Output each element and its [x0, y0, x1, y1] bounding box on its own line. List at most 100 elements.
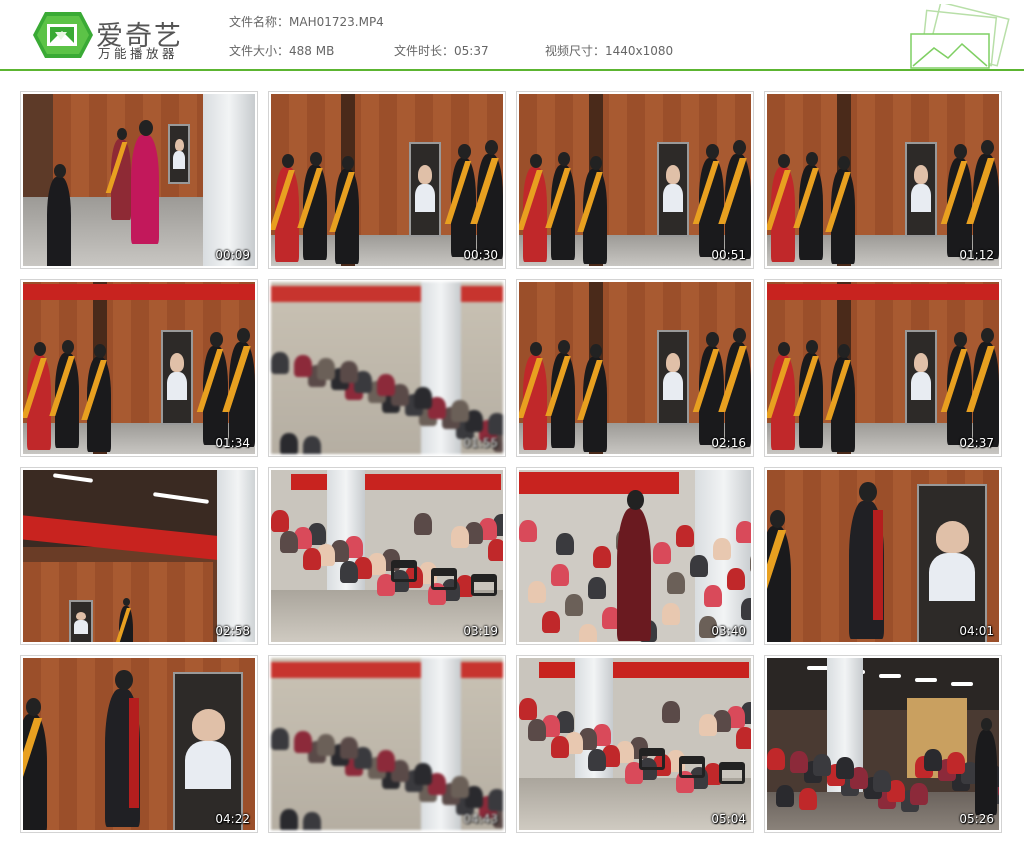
scene-person-head: [210, 332, 223, 347]
scene-audience-member: [588, 577, 606, 599]
scene-poster-face: [191, 709, 225, 742]
scene-poster-figure: [663, 371, 683, 401]
file-size-label: 文件大小：: [229, 44, 290, 58]
scene-person-head: [530, 154, 542, 168]
scene-audience-member: [662, 701, 680, 723]
scene-person-head: [626, 490, 644, 510]
scene-person-body: [975, 729, 997, 816]
scene-person: [767, 342, 795, 452]
video-thumbnail[interactable]: 01:12: [764, 91, 1002, 269]
thumbnail-timestamp: 02:58: [215, 624, 250, 638]
scene-pillar: [203, 94, 255, 266]
scene-person-head: [806, 152, 818, 166]
scene-poster-face: [76, 611, 86, 621]
video-dimensions-row: 视频尺寸：1440x1080: [545, 42, 673, 59]
scene-audience-member: [813, 754, 831, 776]
scene-audience-member: [727, 568, 745, 590]
scene-audience-member: [280, 809, 298, 830]
thumbnail-frame: 02:58: [23, 470, 255, 642]
thumbnail-timestamp: 05:26: [959, 812, 994, 826]
scene-audience-member: [790, 751, 808, 773]
scene-red-banner: [271, 286, 503, 302]
scene-person: [940, 144, 973, 260]
video-thumbnail[interactable]: 04:22: [20, 655, 258, 833]
scene-poster: [409, 142, 441, 237]
video-thumbnail[interactable]: 02:37: [764, 279, 1002, 457]
scene-person-head: [54, 164, 66, 178]
scene-person-head: [458, 144, 471, 159]
scene-audience-member: [556, 533, 574, 555]
file-duration-row: 文件时长：05:37: [394, 42, 489, 59]
scene-audience-member: [699, 714, 717, 736]
scene-person: [519, 154, 547, 264]
video-thumbnail[interactable]: 05:04: [516, 655, 754, 833]
scene-person: [470, 140, 503, 261]
scene-audience-member: [488, 789, 503, 811]
scene-person: [767, 510, 791, 642]
scene-audience-member: [303, 812, 321, 830]
scene-person: [577, 344, 607, 454]
scene-poster: [905, 142, 937, 237]
video-thumbnail[interactable]: 00:51: [516, 91, 754, 269]
scene-person: [271, 154, 299, 264]
thumbnail-frame: 04:43: [271, 658, 503, 830]
scene-audience-member: [294, 355, 312, 377]
video-thumbnail[interactable]: 02:58: [20, 467, 258, 645]
video-thumbnail[interactable]: 03:40: [516, 467, 754, 645]
video-thumbnail[interactable]: 03:19: [268, 467, 506, 645]
scene-person-head: [484, 140, 498, 156]
file-name: MAH01723.MP4: [289, 15, 384, 29]
file-name-row: 文件名称：MAH01723.MP4: [229, 13, 384, 30]
scene-crowd: [271, 510, 503, 605]
scene-audience-member: [488, 413, 503, 435]
thumbnail-frame: 04:01: [767, 470, 999, 642]
scene-person: [49, 340, 79, 450]
thumbnail-frame: 03:19: [271, 470, 503, 642]
scene-person-head: [116, 128, 128, 140]
scene-person: [222, 328, 255, 449]
scene-person: [577, 156, 607, 266]
scene-person-head: [123, 598, 131, 607]
scene-audience-member: [519, 520, 537, 542]
scene-person-head: [310, 152, 322, 166]
scene-person: [545, 340, 575, 450]
scene-audience-member: [579, 624, 597, 642]
scene-red-banner: [271, 662, 503, 678]
scene-person: [718, 140, 751, 261]
scene-person-head: [590, 344, 602, 358]
scene-person-head: [732, 328, 746, 344]
scene-person-body: [617, 508, 651, 642]
file-duration-label: 文件时长：: [394, 44, 455, 58]
video-thumbnail[interactable]: 01:55: [268, 279, 506, 457]
scene-audience-member: [340, 737, 358, 759]
scene-poster-figure: [415, 183, 435, 213]
scene-person-head: [769, 510, 785, 528]
thumbnail-frame: 04:22: [23, 658, 255, 830]
video-thumbnail[interactable]: 04:01: [764, 467, 1002, 645]
scene-audience-member: [414, 763, 432, 785]
thumbnail-timestamp: 04:01: [959, 624, 994, 638]
scene-audience-member: [414, 387, 432, 409]
scene-person: [115, 598, 134, 642]
video-thumbnail[interactable]: 01:34: [20, 279, 258, 457]
scene-audience-member: [451, 526, 469, 548]
video-thumbnail[interactable]: 04:43: [268, 655, 506, 833]
video-thumbnail[interactable]: 00:09: [20, 91, 258, 269]
thumbnail-grid: 00:09 00:30 00:51 01:12 01:34 01:55 02:16 02:37…: [20, 91, 1004, 834]
video-thumbnail[interactable]: 00:30: [268, 91, 506, 269]
scene-audience-member: [271, 352, 289, 374]
scene-audience-member: [303, 436, 321, 454]
scene-person-body: [131, 134, 159, 245]
video-thumbnail[interactable]: 05:26: [764, 655, 1002, 833]
scene-audience-member: [713, 538, 731, 560]
scene-audience-member: [377, 750, 395, 772]
scene-audience-member: [836, 757, 854, 779]
scene-poster: [168, 124, 190, 184]
scene-person: [131, 120, 159, 247]
video-thumbnail[interactable]: 02:16: [516, 279, 754, 457]
thumbnail-timestamp: 05:04: [711, 812, 746, 826]
scene-person-head: [859, 482, 877, 503]
scene-person-head: [954, 144, 967, 159]
scene-audience-member: [736, 727, 751, 749]
scene-crowd: [767, 748, 999, 812]
